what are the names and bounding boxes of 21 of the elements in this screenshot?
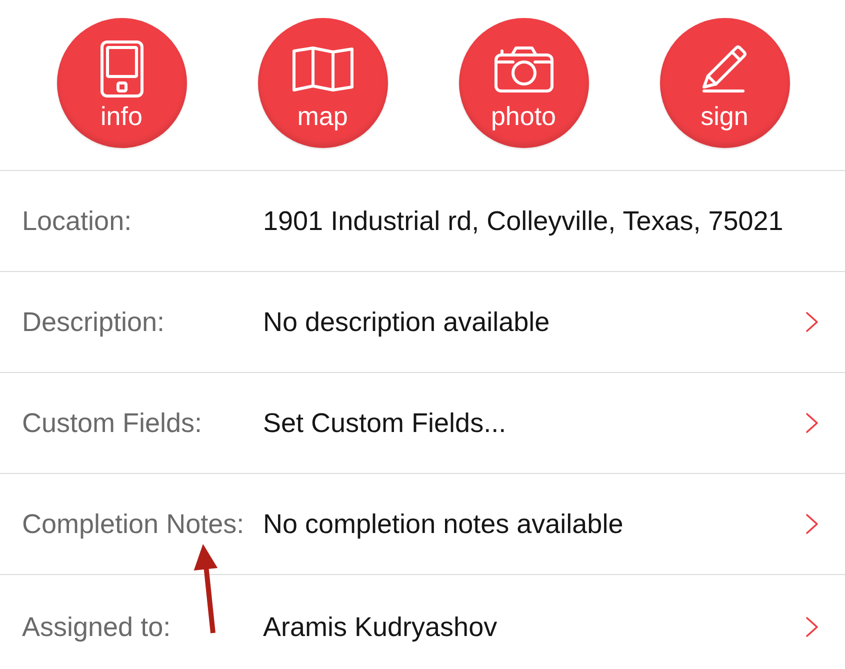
photo-button[interactable]: photo bbox=[458, 18, 588, 148]
field-value: No description available bbox=[263, 306, 550, 338]
camera-icon bbox=[494, 45, 554, 93]
field-label: Assigned to: bbox=[21, 612, 172, 642]
sign-button[interactable]: sign bbox=[660, 18, 790, 148]
chevron-icon[interactable] bbox=[805, 311, 819, 333]
map-button[interactable]: map bbox=[258, 18, 388, 148]
field-value: No completion notes available bbox=[263, 508, 624, 540]
chevron-icon[interactable] bbox=[805, 616, 819, 638]
field-value: Aramis Kudryashov bbox=[263, 612, 498, 642]
field-value: 1901 Industrial rd, Colleyville, Texas, 75021 bbox=[263, 206, 784, 236]
map-icon bbox=[292, 46, 354, 92]
field-label: Location: bbox=[21, 206, 133, 236]
field-label: Description: bbox=[21, 306, 166, 338]
chevron-icon[interactable] bbox=[805, 412, 819, 434]
chevron-icon[interactable] bbox=[805, 513, 819, 535]
tablet-icon bbox=[100, 40, 144, 98]
field-label: Completion Notes: bbox=[21, 508, 246, 540]
field-label: Custom Fields: bbox=[21, 408, 204, 438]
field-value: Set Custom Fields... bbox=[263, 408, 506, 438]
info-button[interactable]: info bbox=[56, 18, 186, 148]
